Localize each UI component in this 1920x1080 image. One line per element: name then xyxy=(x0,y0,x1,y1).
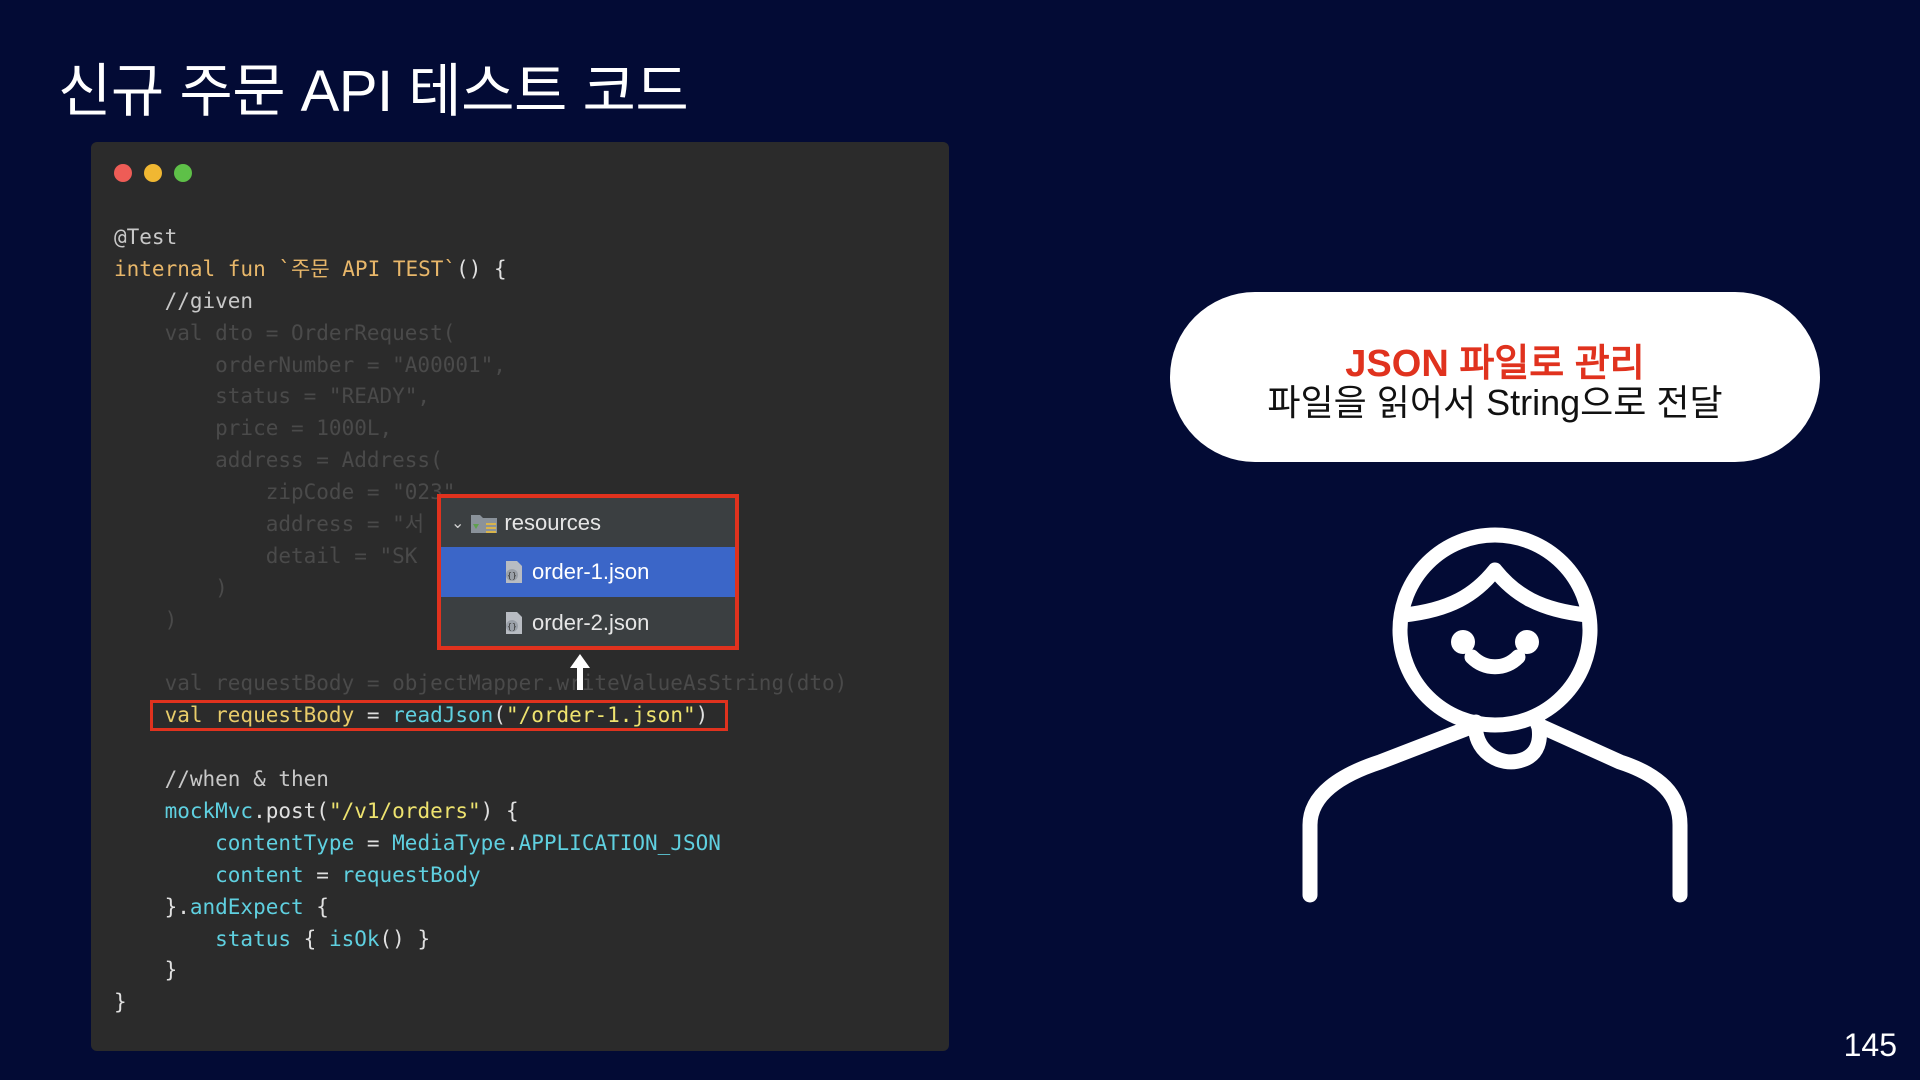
resources-folder-icon xyxy=(471,515,498,533)
code-token: } xyxy=(114,958,178,983)
code-line: status { isOk() } xyxy=(114,924,847,956)
code-line: status = "READY", xyxy=(114,381,847,413)
person-icon xyxy=(1302,527,1688,903)
code-line: price = 1000L, xyxy=(114,413,847,445)
code-token: val requestBody = objectMapper.writeValu… xyxy=(114,671,848,696)
file-item-order-2[interactable]: {} order-2.json xyxy=(441,598,735,648)
code-token: ) xyxy=(114,575,228,600)
code-line: address = Address( xyxy=(114,445,847,477)
code-line: val requestBody = objectMapper.writeValu… xyxy=(114,668,848,700)
resources-folder-label: resources xyxy=(504,510,601,535)
code-line: val dto = OrderRequest( xyxy=(114,318,847,350)
resources-file-tree: ⌄ resources {} order-1.json {} order-2.j… xyxy=(437,494,739,650)
close-dot-icon[interactable] xyxy=(114,164,132,182)
code-token: @Test xyxy=(114,225,178,249)
code-token: = xyxy=(303,862,342,887)
code-line: //when & then xyxy=(114,764,847,796)
file-item-order-1[interactable]: {} order-1.json xyxy=(441,547,735,597)
code-line: internal fun `주문 API TEST`() { xyxy=(114,254,847,286)
code-token: detail = "SK xyxy=(114,543,418,568)
code-token: address = Address( xyxy=(114,448,443,473)
code-token: APPLICATION_JSON xyxy=(518,830,721,855)
json-file-icon: {} xyxy=(506,612,522,634)
code-token: requestBody xyxy=(341,862,481,887)
minimize-dot-icon[interactable] xyxy=(144,164,162,182)
code-token: isOk xyxy=(328,926,380,951)
code-token: { xyxy=(291,926,329,951)
chevron-down-icon[interactable]: ⌄ xyxy=(451,513,464,533)
svg-text:{}: {} xyxy=(507,622,517,631)
code-token: } xyxy=(114,990,127,1015)
code-token: () } xyxy=(379,926,431,951)
code-token: andExpect xyxy=(189,894,304,919)
code-token: () { xyxy=(456,256,507,281)
code-line: content = requestBody xyxy=(114,860,847,892)
code-token: //given xyxy=(114,288,254,313)
file-item-label: order-1.json xyxy=(532,559,650,584)
callout-subtitle: 파일을 읽어서 String으로 전달 xyxy=(1267,382,1723,423)
read-json-highlight-box xyxy=(150,700,728,731)
code-line: } xyxy=(114,955,847,987)
code-token: . xyxy=(505,830,519,855)
code-token: status = "READY", xyxy=(114,384,431,409)
resources-folder-row[interactable]: ⌄ resources xyxy=(441,498,735,548)
code-token: address = "서 xyxy=(114,512,425,537)
slide-title: 신규 주문 API 테스트 코드 xyxy=(58,59,689,124)
callout-bubble: JSON 파일로 관리 파일을 읽어서 String으로 전달 xyxy=(1170,292,1820,462)
code-token: "/v1/orders" xyxy=(328,799,481,824)
maximize-dot-icon[interactable] xyxy=(174,164,192,182)
json-file-icon: {} xyxy=(506,561,522,583)
code-token: .post( xyxy=(253,799,329,824)
code-token: internal fun `주문 API TEST` xyxy=(114,256,457,281)
code-token: mockMvc xyxy=(114,799,254,824)
code-line: }.andExpect { xyxy=(114,892,847,924)
code-token: zipCode = "023", xyxy=(114,480,469,505)
code-token: status xyxy=(114,926,292,951)
file-item-label: order-2.json xyxy=(532,610,650,635)
code-token: contentType xyxy=(114,830,355,855)
code-line: mockMvc.post("/v1/orders") { xyxy=(114,796,847,828)
page-number: 145 xyxy=(1843,1027,1897,1063)
code-token: price = 1000L, xyxy=(114,416,393,441)
code-token: = xyxy=(354,830,393,855)
code-line: orderNumber = "A00001", xyxy=(114,350,847,382)
code-token: ) xyxy=(114,607,178,632)
code-token: content xyxy=(114,862,304,887)
svg-text:{}: {} xyxy=(507,571,517,580)
code-token: val dto = OrderRequest( xyxy=(114,320,456,345)
code-line: @Test xyxy=(114,222,847,254)
code-token: { xyxy=(303,894,329,919)
code-token: //when & then xyxy=(114,767,329,792)
code-line: //given xyxy=(114,286,847,318)
up-arrow-icon xyxy=(570,654,590,690)
code-token: MediaType xyxy=(392,830,506,855)
code-line: contentType = MediaType.APPLICATION_JSON xyxy=(114,828,847,860)
code-line: } xyxy=(114,987,847,1019)
code-token: orderNumber = "A00001", xyxy=(114,352,506,377)
code-token: }. xyxy=(114,894,190,919)
code-token: ) { xyxy=(480,799,519,824)
